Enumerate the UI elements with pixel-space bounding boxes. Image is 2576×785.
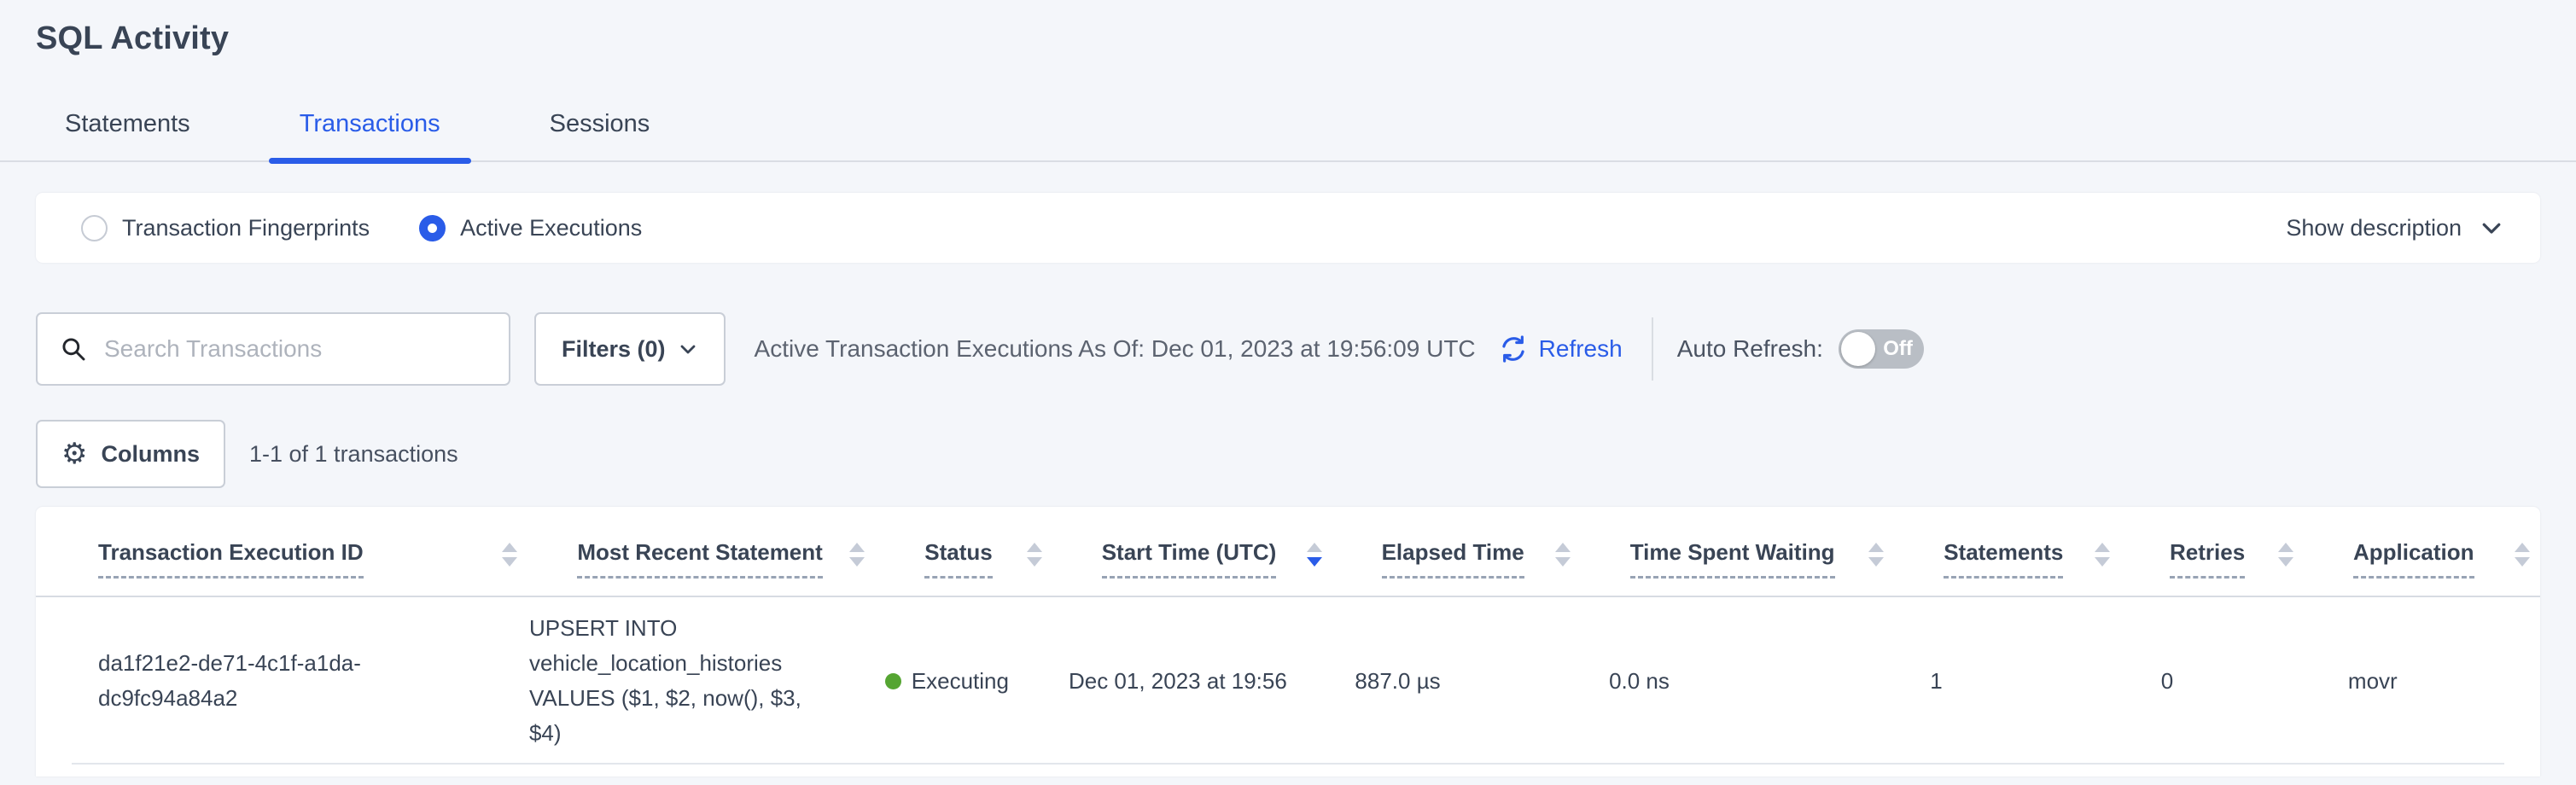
view-mode-card: Transaction Fingerprints Active Executio… (36, 193, 2540, 263)
results-count: 1-1 of 1 transactions (249, 441, 458, 468)
column-header-most-recent-statement[interactable]: Most Recent Statement (577, 539, 924, 596)
sort-asc-icon[interactable] (1555, 543, 1571, 552)
tab-statements[interactable]: Statements (36, 110, 221, 160)
toggle-knob[interactable] (1841, 332, 1875, 366)
sort-asc-icon[interactable] (2515, 543, 2530, 552)
sort-asc-icon[interactable] (1027, 543, 1042, 552)
toggle-state-label: Off (1883, 329, 1913, 369)
column-header-time-spent-waiting[interactable]: Time Spent Waiting (1630, 539, 1944, 596)
as-of-timestamp: Active Transaction Executions As Of: Dec… (755, 335, 1476, 363)
radio-transaction-fingerprints[interactable]: Transaction Fingerprints (81, 215, 370, 241)
sql-activity-page: SQL Activity Statements Transactions Ses… (0, 20, 2576, 785)
columns-button[interactable]: ⚙ Columns (36, 420, 225, 488)
sort-icons[interactable] (849, 543, 865, 567)
show-description-button[interactable]: Show description (2286, 215, 2518, 241)
radio-label: Active Executions (460, 215, 642, 241)
cell-status: Executing (885, 664, 1069, 699)
cell-retries: 0 (2161, 664, 2348, 699)
divider (1652, 317, 1653, 381)
status-label: Executing (912, 664, 1009, 699)
cell-transaction-execution-id: da1f21e2-de71-4c1f-a1da-dc9fc94a84a2 (36, 646, 529, 716)
cell-application: movr (2348, 664, 2540, 699)
sort-icons[interactable] (502, 543, 517, 567)
sort-desc-icon[interactable] (1555, 557, 1571, 567)
chevron-down-icon (678, 339, 698, 359)
search-box[interactable] (36, 312, 510, 386)
search-input[interactable] (104, 335, 492, 363)
show-description-label: Show description (2286, 215, 2462, 241)
tab-transactions[interactable]: Transactions (269, 110, 471, 160)
column-header-start-time[interactable]: Start Time (UTC) (1102, 539, 1382, 596)
column-header-application[interactable]: Application (2353, 539, 2540, 596)
sort-icons[interactable] (1555, 543, 1571, 567)
auto-refresh-toggle[interactable]: Off (1839, 329, 1924, 369)
radio-label: Transaction Fingerprints (122, 215, 370, 241)
sort-icons[interactable] (2278, 543, 2293, 567)
cell-start-time: Dec 01, 2023 at 19:56 (1069, 664, 1355, 699)
radio-active-executions[interactable]: Active Executions (419, 215, 642, 241)
cell-statements: 1 (1930, 664, 2161, 699)
sort-icons[interactable] (1027, 543, 1042, 567)
sort-desc-icon[interactable] (849, 557, 865, 567)
status-executing-dot-icon (885, 673, 901, 689)
columns-label: Columns (101, 441, 200, 468)
sort-icons[interactable] (1307, 543, 1322, 567)
refresh-label: Refresh (1539, 335, 1623, 363)
list-controls-row: ⚙ Columns 1-1 of 1 transactions (36, 420, 2540, 488)
sort-desc-icon[interactable] (2095, 557, 2110, 567)
column-header-retries[interactable]: Retries (2170, 539, 2353, 596)
radio-unselected-icon[interactable] (81, 215, 108, 241)
table-row[interactable]: da1f21e2-de71-4c1f-a1da-dc9fc94a84a2 UPS… (36, 597, 2540, 765)
sort-icons[interactable] (2515, 543, 2530, 567)
sort-asc-icon[interactable] (2278, 543, 2293, 552)
page-title: SQL Activity (36, 20, 2576, 57)
transactions-table: Transaction Execution ID Most Recent Sta… (36, 507, 2540, 776)
sort-asc-icon[interactable] (2095, 543, 2110, 552)
filters-button[interactable]: Filters (0) (534, 312, 726, 386)
column-header-elapsed-time[interactable]: Elapsed Time (1382, 539, 1630, 596)
auto-refresh-label: Auto Refresh: (1677, 335, 1823, 363)
sort-asc-icon[interactable] (1307, 543, 1322, 552)
sort-desc-icon[interactable] (2278, 557, 2293, 567)
column-header-transaction-execution-id[interactable]: Transaction Execution ID (36, 539, 577, 596)
table-header-row: Transaction Execution ID Most Recent Sta… (36, 507, 2540, 597)
tab-bar: Statements Transactions Sessions (0, 110, 2576, 162)
sort-icons[interactable] (1868, 543, 1884, 567)
controls-row: Filters (0) Active Transaction Execution… (36, 312, 2540, 386)
chevron-down-icon (2479, 215, 2504, 241)
search-icon (60, 335, 87, 363)
sort-desc-icon[interactable] (1868, 557, 1884, 567)
sort-desc-icon[interactable] (2515, 557, 2530, 567)
cell-elapsed-time: 887.0 µs (1355, 664, 1609, 699)
sort-desc-icon[interactable] (502, 557, 517, 567)
column-header-status[interactable]: Status (924, 539, 1101, 596)
tab-sessions[interactable]: Sessions (519, 110, 681, 160)
sort-desc-icon[interactable] (1027, 557, 1042, 567)
sort-icons[interactable] (2095, 543, 2110, 567)
gear-icon: ⚙ (61, 439, 87, 468)
sort-asc-icon[interactable] (849, 543, 865, 552)
cell-most-recent-statement: UPSERT INTO vehicle_location_histories V… (529, 611, 885, 751)
sort-asc-icon[interactable] (502, 543, 517, 552)
sort-desc-icon-active[interactable] (1307, 557, 1322, 567)
filters-label: Filters (0) (562, 336, 666, 363)
refresh-button[interactable]: Refresh (1498, 334, 1623, 364)
radio-selected-icon[interactable] (419, 215, 446, 241)
cell-time-spent-waiting: 0.0 ns (1609, 664, 1930, 699)
column-header-statements[interactable]: Statements (1944, 539, 2170, 596)
sort-asc-icon[interactable] (1868, 543, 1884, 552)
refresh-icon (1498, 334, 1529, 364)
